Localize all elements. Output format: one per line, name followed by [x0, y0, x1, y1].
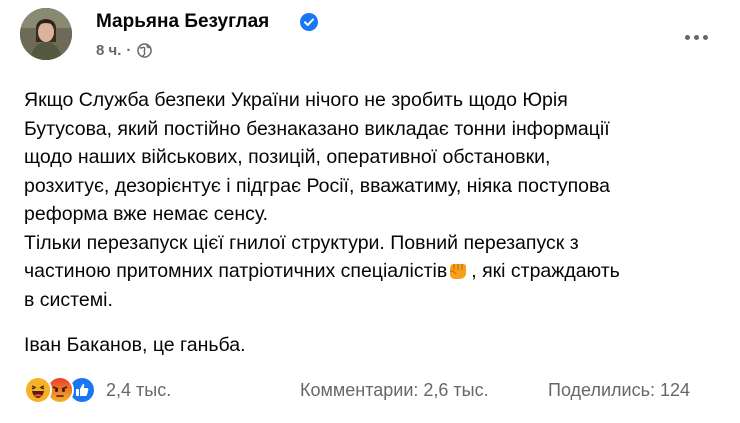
author-avatar[interactable]: [20, 8, 72, 60]
post-text-line: Якщо Служба безпеки України нічого не зр…: [24, 89, 568, 111]
post-text-line: щодо наших військових, позицій, оператив…: [24, 146, 551, 168]
shares-count-link[interactable]: Поделились: 124: [548, 380, 690, 401]
post-timestamp[interactable]: 8 ч.: [96, 42, 121, 59]
author-name[interactable]: Марьяна Безуглая: [96, 11, 269, 33]
meta-separator: ·: [126, 42, 132, 59]
post-text-segment: , які страждають: [471, 260, 620, 282]
more-dot: [694, 35, 699, 40]
facebook-post: Марьяна Безуглая 8 ч. · Якщо Служба безп…: [0, 0, 740, 423]
post-text-segment: частиною притомних патріотичних спеціалі…: [24, 260, 448, 282]
post-text-line: Іван Баканов, це ганьба.: [24, 334, 246, 356]
more-horizontal-icon: [685, 35, 690, 40]
post-options-button[interactable]: [676, 24, 716, 50]
haha-reaction-icon: [24, 376, 52, 404]
globe-icon: [137, 43, 153, 58]
post-text-line: реформа вже немає сенсу.: [24, 203, 269, 225]
post-text-line: Тільки перезапуск цієї гнилої структури.…: [24, 231, 579, 254]
more-dot: [703, 35, 708, 40]
comments-count-link[interactable]: Комментарии: 2,6 тыс.: [300, 380, 489, 401]
post-text-line: Бутусова, який постійно безнаказано викл…: [24, 117, 610, 140]
reactions-bar[interactable]: 2,4 тыс.: [24, 376, 171, 404]
post-text-line: в системі.: [24, 288, 113, 311]
post-meta: 8 ч. ·: [96, 42, 153, 59]
post-text: Якщо Служба безпеки України нічого не зр…: [24, 86, 620, 360]
reaction-count[interactable]: 2,4 тыс.: [106, 380, 171, 401]
verified-check-icon: [300, 13, 318, 31]
post-text-line: розхитує, дезорієнтує і підграє Росії, в…: [24, 174, 610, 197]
raised-fist-emoji: [450, 264, 467, 279]
post-text-line: частиною притомних патріотичних спеціалі…: [24, 257, 620, 286]
